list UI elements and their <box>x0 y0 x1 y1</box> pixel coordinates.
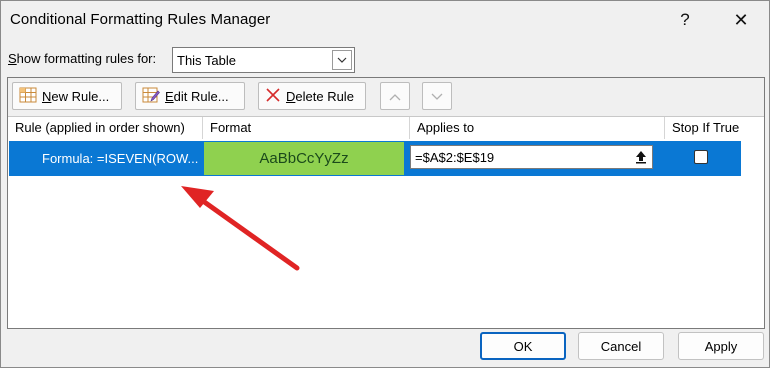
cancel-button[interactable]: Cancel <box>578 332 664 360</box>
scope-label: Show formatting rules for: <box>8 51 156 66</box>
scope-value: This Table <box>177 53 237 68</box>
applies-to-field[interactable]: =$A$2:$E$19 <box>410 145 653 169</box>
delete-rule-button[interactable]: Delete Rule <box>258 82 366 110</box>
delete-rule-label: Delete Rule <box>286 89 354 104</box>
applies-to-value: =$A$2:$E$19 <box>415 150 495 165</box>
edit-rule-button[interactable]: Edit Rule... <box>135 82 245 110</box>
column-header-rule[interactable]: Rule (applied in order shown) <box>8 117 203 139</box>
new-rule-button[interactable]: New Rule... <box>12 82 122 110</box>
delete-rule-accel: D <box>286 88 296 104</box>
help-button[interactable]: ? <box>663 5 707 35</box>
new-rule-text: ew Rule... <box>51 88 110 104</box>
chevron-up-icon <box>389 89 401 104</box>
move-down-button[interactable] <box>422 82 452 110</box>
scope-dropdown[interactable]: This Table <box>172 47 355 73</box>
stop-if-true-checkbox[interactable] <box>694 150 708 164</box>
edit-rule-text: dit Rule... <box>173 88 229 104</box>
move-up-button[interactable] <box>380 82 410 110</box>
close-icon: ✕ <box>733 9 749 30</box>
edit-rule-label: Edit Rule... <box>165 89 229 104</box>
format-preview: AaBbCcYyZz <box>204 142 404 175</box>
ok-button[interactable]: OK <box>480 332 566 360</box>
new-rule-accel: N <box>42 88 52 104</box>
rule-formula: Formula: =ISEVEN(ROW... <box>42 151 199 166</box>
column-header-format[interactable]: Format <box>203 117 410 139</box>
new-rule-label: New Rule... <box>42 89 109 104</box>
edit-rule-accel: E <box>165 88 174 104</box>
title-bar: Conditional Formatting Rules Manager ? ✕ <box>1 1 769 39</box>
scope-label-accel: S <box>8 51 17 66</box>
delete-x-icon <box>265 87 281 106</box>
collapse-dialog-icon[interactable] <box>631 147 651 167</box>
rule-row-selected[interactable]: Formula: =ISEVEN(ROW... AaBbCcYyZz =$A$2… <box>9 141 741 176</box>
rules-panel: New Rule... Edit Rule... Delete Rule Rul… <box>7 77 765 329</box>
chevron-down-icon <box>431 89 443 104</box>
scope-label-text: how formatting rules for: <box>16 51 157 66</box>
close-button[interactable]: ✕ <box>719 5 763 35</box>
dialog-title: Conditional Formatting Rules Manager <box>10 11 271 28</box>
delete-rule-text: elete Rule <box>295 88 354 104</box>
column-header-stop-if-true[interactable]: Stop If True <box>665 117 764 139</box>
column-header-applies-to[interactable]: Applies to <box>410 117 665 139</box>
rules-manager-dialog: Conditional Formatting Rules Manager ? ✕… <box>0 0 770 368</box>
rules-toolbar: New Rule... Edit Rule... Delete Rule <box>8 78 764 117</box>
apply-button[interactable]: Apply <box>678 332 764 360</box>
help-icon: ? <box>680 10 690 29</box>
chevron-down-icon[interactable] <box>332 50 352 70</box>
edit-rule-icon <box>142 87 160 106</box>
new-rule-icon <box>19 87 37 106</box>
rules-column-headers: Rule (applied in order shown) Format App… <box>8 117 764 139</box>
